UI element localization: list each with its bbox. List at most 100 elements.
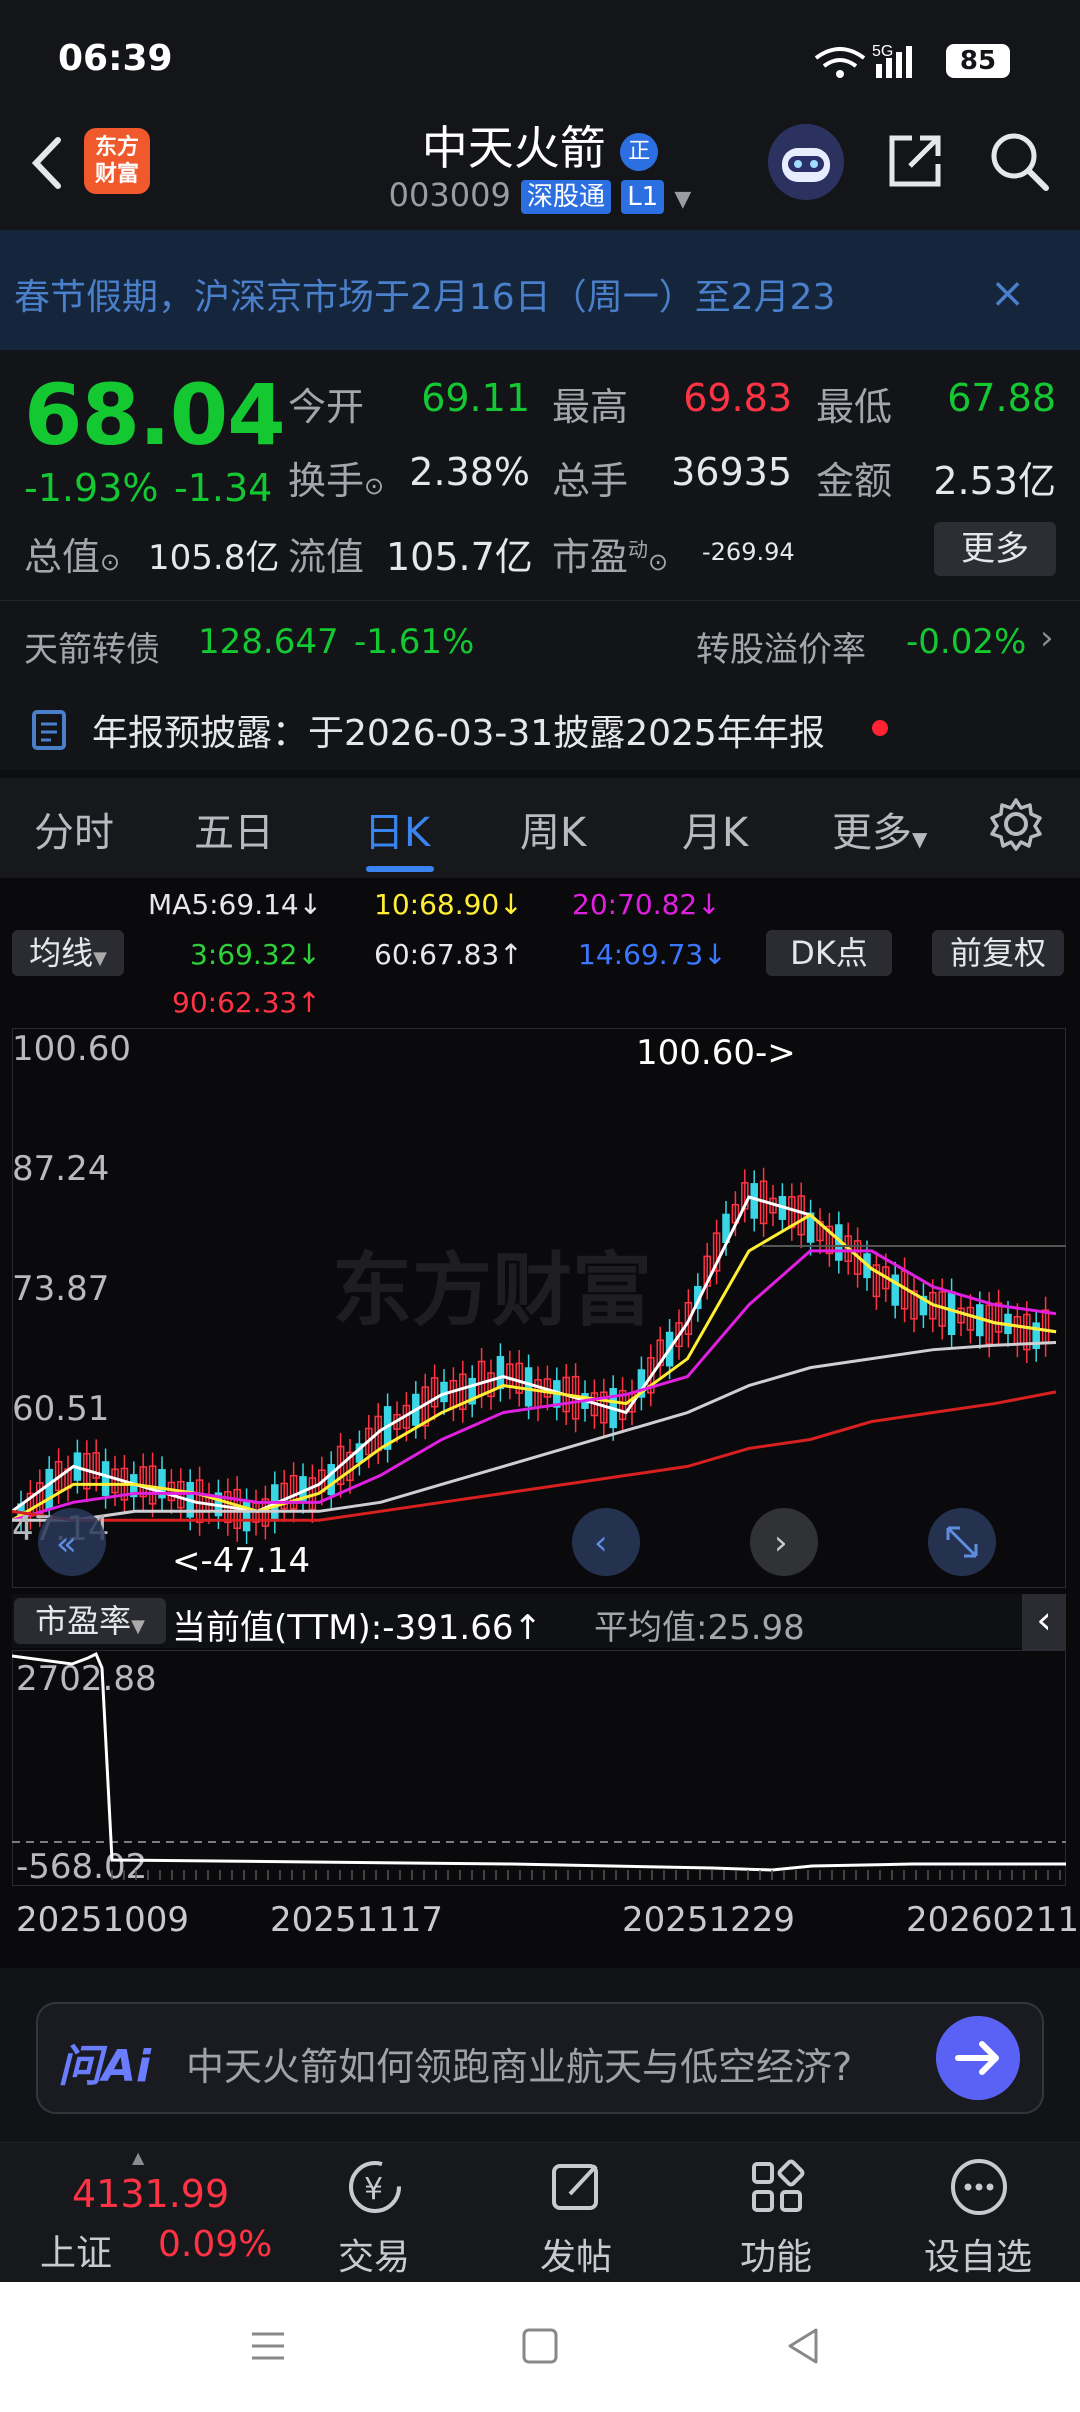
share-icon[interactable] [882, 128, 948, 194]
tab-month-k[interactable]: 月K [682, 800, 748, 858]
high-value: 69.83 [683, 376, 792, 420]
stock-name: 中天火箭 [421, 121, 606, 175]
tab-intraday[interactable]: 分时 [34, 800, 114, 858]
low-marker-label: <-47.14 [172, 1541, 310, 1581]
registration-badge: 正 [620, 132, 659, 171]
close-icon[interactable]: × [990, 268, 1025, 317]
change-amount: -1.34 [174, 466, 273, 510]
nav-trade[interactable]: 交易 [304, 2228, 444, 2280]
candle-body [45, 1468, 53, 1510]
home-icon[interactable] [518, 2324, 562, 2368]
amount-label: 金额 [816, 459, 893, 503]
back-triangle-icon[interactable] [782, 2324, 826, 2368]
watermark: 东方财富 [332, 1244, 652, 1337]
battery-indicator: 85 [946, 44, 1010, 78]
svg-text:«: « [56, 1524, 77, 1564]
candle-body [101, 1461, 110, 1496]
stock-title: 中天火箭 正 [300, 112, 780, 178]
amount-value: 2.53亿 [933, 459, 1056, 503]
pe-current-value: 当前值(TTM):-391.66↑ [172, 1608, 542, 1648]
dropdown-caret-icon: ▼ [674, 187, 692, 212]
network-label: 5G [872, 43, 893, 60]
back-icon[interactable] [22, 128, 78, 198]
post-edit-icon[interactable] [542, 2152, 612, 2222]
high-marker-label: 100.60-> [636, 1033, 796, 1073]
svg-text:‹: ‹ [594, 1523, 608, 1563]
open-value: 69.11 [421, 376, 530, 420]
pe-label: 市盈动⊙ [552, 535, 669, 579]
index-value[interactable]: 4131.99 [72, 2172, 229, 2216]
ma90-label: 90:62.33↑ [172, 986, 321, 1019]
stock-code: 003009 [388, 176, 511, 214]
nav-add-watchlist[interactable]: 设自选 [908, 2228, 1048, 2280]
document-icon [32, 710, 66, 750]
price-adjust-button[interactable]: 前复权 [932, 930, 1064, 976]
ask-ai-prompt: 中天火箭如何领跑商业航天与低空经济? [186, 2045, 853, 2089]
ask-ai-logo: 问Ai [58, 2041, 152, 2092]
date-label-2: 20251117 [270, 1900, 444, 1940]
pe-chart[interactable]: 2702.88 -568.02 [12, 1650, 1066, 1886]
tab-day-k[interactable]: 日K [364, 800, 430, 858]
pe-axis-max: 2702.88 [16, 1659, 157, 1699]
market-tag: 深股通 [521, 180, 612, 214]
ma60-label: 60:67.83↑ [374, 938, 523, 971]
date-label-4: 20260211 [906, 1900, 1080, 1940]
signal-icon: 5G [814, 43, 912, 78]
ma3-label: 3:69.32↓ [190, 938, 321, 971]
last-price: 68.04 [24, 366, 286, 464]
svg-text:¥: ¥ [364, 2172, 383, 2207]
assistant-robot-icon[interactable] [768, 124, 844, 200]
turnover-label: 换手⊙ [288, 459, 385, 503]
convertible-change: -1.61% [354, 622, 475, 662]
trade-icon[interactable]: ¥ [340, 2152, 410, 2222]
pe-average-value: 平均值:25.98 [594, 1608, 805, 1648]
search-icon[interactable] [986, 128, 1052, 194]
float-mv-value: 105.7亿 [386, 535, 533, 579]
turnover-value: 2.38% [409, 450, 530, 494]
pe-value: -269.94 [702, 538, 795, 566]
candle-body [496, 1356, 505, 1389]
candle-body [524, 1367, 533, 1407]
level-tag: L1 [621, 180, 665, 214]
index-change: 0.09% [158, 2224, 273, 2265]
tab-five-day[interactable]: 五日 [194, 800, 274, 858]
dk-points-button[interactable]: DK点 [766, 930, 892, 976]
app-logo[interactable]: 东方财富 [84, 128, 150, 194]
total-mv-value: 105.8亿 [148, 538, 280, 578]
status-time: 06:39 [58, 38, 173, 79]
low-label: 最低 [816, 385, 893, 429]
premium-label: 转股溢价率 [696, 630, 866, 670]
ask-ai-send-icon[interactable] [936, 2016, 1020, 2100]
price-axis-label: 100.60 [12, 1029, 131, 1069]
tab-more[interactable]: 更多▼ [832, 800, 927, 858]
indicator-select[interactable]: 均线▼ [12, 930, 124, 976]
pe-indicator-select[interactable]: 市盈率▼ [14, 1598, 166, 1644]
low-value: 67.88 [947, 376, 1056, 420]
volume-label: 总手 [552, 459, 629, 503]
nav-post[interactable]: 发帖 [506, 2228, 646, 2280]
float-mv-label: 流值 [288, 535, 365, 579]
candle-body [947, 1291, 956, 1335]
date-label-3: 20251229 [622, 1900, 796, 1940]
ma10-label: 10:68.90↓ [374, 888, 523, 921]
premium-value: -0.02% [906, 622, 1027, 662]
convertible-price: 128.647 [198, 622, 339, 662]
collapse-panel-icon[interactable]: ‹ [1022, 1594, 1066, 1650]
price-axis-label: 60.51 [12, 1389, 109, 1429]
volume-value: 36935 [671, 450, 792, 494]
svg-text:›: › [774, 1523, 788, 1563]
price-axis-label: 87.24 [12, 1149, 109, 1189]
settings-gear-icon[interactable] [988, 796, 1044, 852]
more-quote-button[interactable]: 更多 [934, 522, 1056, 576]
ma5-label: MA5:69.14↓ [148, 888, 323, 921]
menu-icon[interactable] [246, 2324, 290, 2368]
nav-functions[interactable]: 功能 [706, 2228, 846, 2280]
more-dots-icon[interactable] [944, 2152, 1014, 2222]
high-label: 最高 [552, 385, 629, 429]
tab-week-k[interactable]: 周K [520, 800, 586, 858]
kline-chart[interactable]: 东方财富 100.60-> <-47.14 100.60 87.24 73.87 60… [12, 1028, 1066, 1588]
functions-grid-icon[interactable] [742, 2152, 812, 2222]
candle-body [750, 1183, 758, 1219]
unread-dot [872, 720, 888, 736]
stock-subtitle[interactable]: 003009 深股通 L1 ▼ [300, 176, 780, 214]
